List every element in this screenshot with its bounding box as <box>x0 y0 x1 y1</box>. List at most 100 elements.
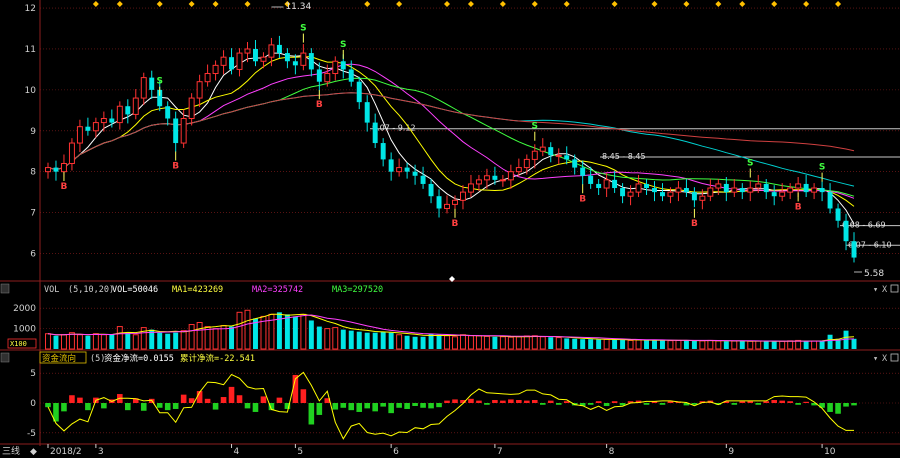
volume-bar <box>68 332 75 350</box>
volume-bar <box>644 340 649 349</box>
candle-body <box>116 105 123 124</box>
event-marker-icon <box>531 1 538 7</box>
event-marker-icon <box>92 1 99 7</box>
vol-close-icon[interactable]: X <box>882 285 888 295</box>
time-tick-label: 7 <box>497 447 503 457</box>
flow-close-icon[interactable]: X <box>882 354 888 364</box>
volume-unit-label: X100 <box>10 340 27 348</box>
flow-bar <box>85 403 91 411</box>
volume-bar <box>771 341 777 349</box>
support-resistance-lines[interactable]: 9.07 - 9.128.45 - 8.456.68 - 6.696.07 - … <box>370 124 900 250</box>
flow-settings-icon[interactable]: ▾ <box>873 354 878 364</box>
volume-bar <box>819 340 825 349</box>
vol-maximize-icon[interactable] <box>890 284 899 293</box>
min-price-label: 5.58 <box>864 269 884 279</box>
period-tab-arrow-icon[interactable]: ◆ <box>30 447 37 457</box>
money-flow-panel[interactable]: 资金流向 (5) 资金净流=0.0155 累计净流=-22.541 5 0 -5 ▾… <box>0 351 900 440</box>
vol-panel-controls[interactable]: ▾ X <box>873 284 899 295</box>
period-tab[interactable]: 三线 <box>2 445 20 457</box>
candle-body <box>165 106 171 119</box>
panel-menu-icon[interactable] <box>0 283 10 294</box>
flow-bar <box>45 403 51 408</box>
candle-body <box>444 203 450 209</box>
flow-bar <box>340 403 347 408</box>
flow-indicator-name[interactable]: 资金流向 <box>42 353 76 364</box>
candle-body <box>388 159 394 172</box>
volume-bar <box>755 340 762 350</box>
volume-bar <box>691 340 697 349</box>
candle-body <box>220 56 227 66</box>
price-panel[interactable]: 1211109876 9.07 - 9.128.45 - 8.456.68 - … <box>25 1 900 282</box>
candle-body <box>149 77 155 90</box>
flow-bar <box>332 403 339 410</box>
candle-body <box>499 179 506 182</box>
support-line-label: 6.68 - 6.69 <box>842 221 886 230</box>
volume-bar <box>109 334 115 349</box>
sell-signal: S <box>747 159 753 169</box>
flow-bar <box>843 403 849 407</box>
time-tick-label: 8 <box>609 447 615 457</box>
panel-menu-icon[interactable] <box>0 352 10 363</box>
flow-bar <box>404 403 410 409</box>
candle-body <box>691 192 697 201</box>
volume-bar <box>332 327 339 350</box>
money-flow-bars[interactable] <box>45 374 857 425</box>
candle-body <box>683 188 689 193</box>
volume-bar <box>635 339 642 350</box>
volume-bar <box>348 330 354 349</box>
flow-bar <box>356 403 363 412</box>
event-marker-icon <box>771 1 778 7</box>
flow-bar <box>739 401 746 403</box>
volume-bar <box>92 333 99 350</box>
volume-bar <box>173 332 179 349</box>
candle-body <box>276 44 282 54</box>
volume-unit-badge: X100 <box>7 338 37 349</box>
volume-bar <box>507 336 514 350</box>
candle-body <box>739 188 745 193</box>
stock-chart[interactable]: 1211109876 9.07 - 9.128.45 - 8.456.68 - … <box>0 0 900 458</box>
price-tick-label: 9 <box>30 127 36 137</box>
vol-indicator-name[interactable]: VOL <box>44 285 59 295</box>
volume-bar <box>795 339 802 350</box>
event-marker-icon <box>739 1 746 7</box>
event-marker-icon <box>116 1 123 7</box>
volume-bar <box>531 335 538 350</box>
candle-body <box>675 187 682 193</box>
candle-body <box>731 187 738 193</box>
volume-bar <box>627 339 634 350</box>
candle-body <box>588 175 594 184</box>
flow-panel-controls[interactable]: ▾ X <box>873 353 899 364</box>
flow-bar <box>787 401 793 403</box>
candle-body <box>699 195 706 201</box>
event-marker-icon <box>444 1 451 7</box>
vol-ma2: MA2=325742 <box>252 285 303 295</box>
event-marker-icon <box>244 1 251 7</box>
volume-bar <box>572 338 578 349</box>
candle-body <box>492 175 498 180</box>
flow-bar <box>69 395 75 403</box>
candle-body <box>404 167 410 172</box>
volume-panel[interactable]: VOL (5,10,20) VOL=50046 MA1=423269 MA2=3… <box>0 283 900 350</box>
candle-body <box>459 191 466 201</box>
candle-body <box>667 191 674 197</box>
event-markers[interactable] <box>92 1 842 282</box>
flow-bar <box>643 403 650 405</box>
flow-bar <box>659 403 666 405</box>
candle-body <box>109 118 115 123</box>
flow-bar <box>803 401 809 403</box>
vol-settings-icon[interactable]: ▾ <box>873 285 878 295</box>
volume-bar <box>564 338 570 349</box>
volume-bars[interactable] <box>45 309 857 350</box>
volume-bar <box>739 340 745 349</box>
flow-maximize-icon[interactable] <box>890 353 899 362</box>
flow-bar <box>731 403 738 405</box>
volume-bar <box>180 330 187 350</box>
candle-body <box>620 188 626 197</box>
candle-body <box>811 187 818 193</box>
volume-bar <box>731 340 738 350</box>
volume-bar <box>515 336 522 350</box>
buy-signal: B <box>795 202 802 212</box>
flow-bar <box>380 403 386 407</box>
volume-bar <box>284 314 290 349</box>
volume-bar <box>396 334 403 350</box>
